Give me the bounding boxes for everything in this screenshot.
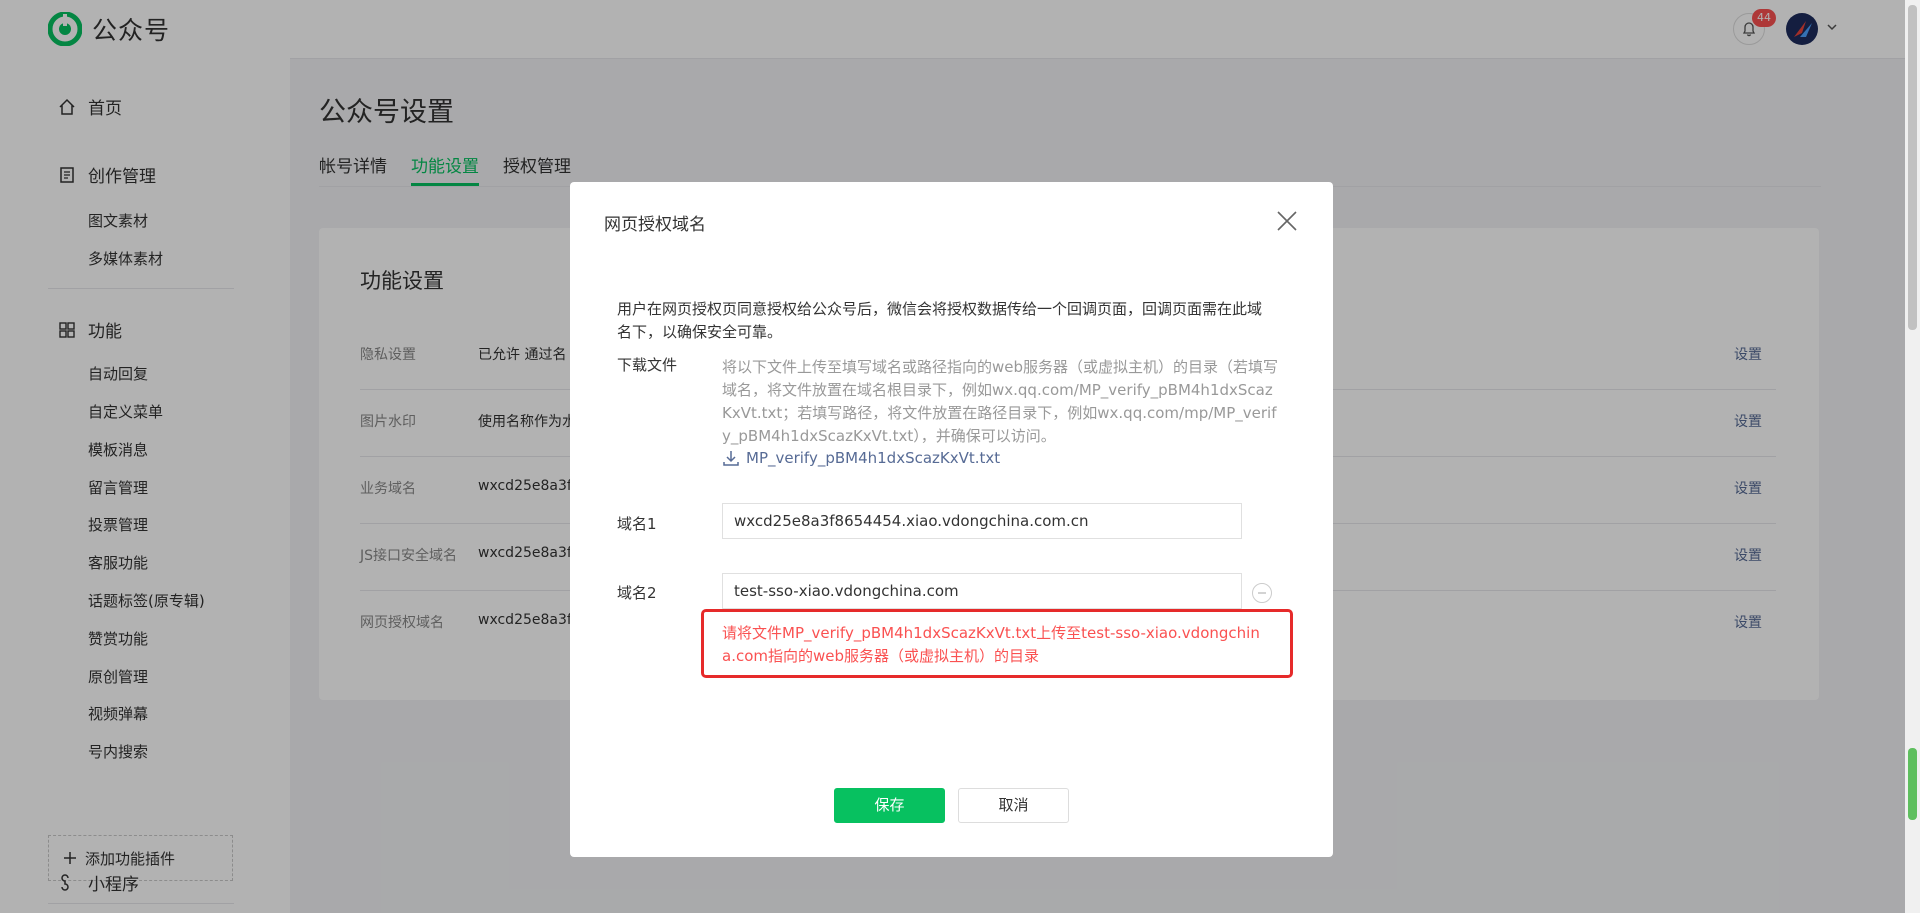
close-icon[interactable] <box>1274 208 1300 234</box>
remove-domain-button[interactable] <box>1252 583 1272 603</box>
scroll-indicator <box>1908 748 1917 820</box>
domain1-label: 域名1 <box>617 515 657 533</box>
domain2-label: 域名2 <box>617 584 657 602</box>
download-icon <box>723 451 739 466</box>
scrollbar-thumb[interactable] <box>1908 5 1917 330</box>
download-label: 下载文件 <box>617 356 678 374</box>
cancel-button[interactable]: 取消 <box>958 788 1069 823</box>
oauth-domain-dialog: 网页授权域名 用户在网页授权页同意授权给公众号后，微信会将授权数据传给一个回调页… <box>570 182 1333 857</box>
domain2-input[interactable] <box>722 573 1242 609</box>
minus-icon <box>1258 592 1266 594</box>
dialog-title: 网页授权域名 <box>604 215 706 235</box>
download-file-name: MP_verify_pBM4h1dxScazKxVt.txt <box>746 449 1001 467</box>
download-instructions: 将以下文件上传至填写域名或路径指向的web服务器（或虚拟主机）的目录（若填写域名… <box>722 358 1279 445</box>
save-button[interactable]: 保存 <box>834 788 945 823</box>
error-message: 请将文件MP_verify_pBM4h1dxScazKxVt.txt上传至tes… <box>722 624 1260 665</box>
dialog-description: 用户在网页授权页同意授权给公众号后，微信会将授权数据传给一个回调页面，回调页面需… <box>617 300 1263 341</box>
domain1-input[interactable] <box>722 503 1242 539</box>
download-file-link[interactable]: MP_verify_pBM4h1dxScazKxVt.txt <box>722 449 1000 467</box>
